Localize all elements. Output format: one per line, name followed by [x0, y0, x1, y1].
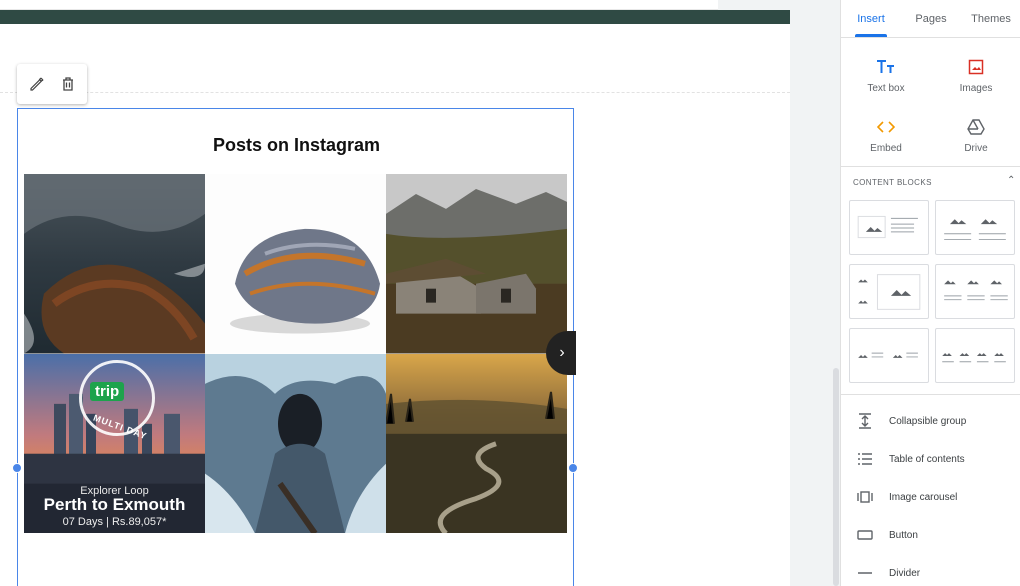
image-carousel-label: Image carousel — [889, 491, 958, 503]
content-block-1[interactable] — [849, 200, 929, 255]
collapsible-icon — [859, 413, 871, 429]
insert-collapsible-group[interactable]: Collapsible group — [841, 405, 1020, 437]
carousel-icon — [857, 491, 873, 503]
resize-handle-right[interactable] — [568, 463, 578, 473]
collapsible-group-label: Collapsible group — [889, 415, 967, 427]
post-image-misty-marsh — [386, 353, 567, 533]
content-block-2[interactable] — [935, 200, 1015, 255]
promo-price: 07 Days | Rs.89,057* — [62, 515, 167, 528]
content-block-5[interactable] — [849, 328, 929, 383]
tab-insert[interactable]: Insert — [841, 0, 901, 37]
canvas-gutter-top — [718, 0, 840, 10]
embed-title: Posts on Instagram — [212, 135, 381, 155]
section-boundary — [0, 92, 790, 93]
resize-handle-left[interactable] — [12, 463, 22, 473]
post-tile-5[interactable] — [205, 353, 386, 533]
layout-two-images-icon — [944, 219, 1006, 241]
top-ruler — [0, 0, 790, 10]
layout-collage-icon — [858, 274, 921, 310]
chevron-right-icon: › — [559, 344, 565, 361]
scrollbar-thumb[interactable] — [833, 368, 839, 586]
code-icon — [877, 121, 895, 133]
drive-icon — [967, 119, 985, 135]
post-tile-2[interactable] — [205, 174, 386, 354]
layout-image-text-icon — [857, 215, 918, 239]
post-tile-3[interactable] — [386, 174, 567, 354]
tab-themes[interactable]: Themes — [961, 0, 1020, 37]
insert-button[interactable]: Button — [841, 519, 1020, 551]
divider-icon — [858, 572, 872, 574]
insert-table-of-contents[interactable]: Table of contents — [841, 443, 1020, 475]
insert-embed-label: Embed — [870, 143, 902, 154]
delete-button[interactable] — [56, 72, 80, 96]
panel-tabs: Insert Pages Themes — [841, 0, 1020, 38]
header-banner[interactable] — [0, 10, 790, 24]
button-label: Button — [889, 529, 918, 541]
divider-label: Divider — [889, 567, 921, 579]
post-tile-6[interactable] — [386, 353, 567, 533]
content-block-6[interactable] — [935, 328, 1015, 383]
instagram-embed[interactable]: Posts on Instagram trip MULTI DAY Explor… — [17, 108, 576, 586]
insert-drive-label: Drive — [964, 143, 988, 154]
trip-logo: trip — [90, 381, 125, 401]
insert-text-box[interactable]: Text box — [841, 40, 931, 100]
page-canvas[interactable]: Posts on Instagram trip MULTI DAY Explor… — [0, 0, 790, 586]
edit-button[interactable] — [25, 72, 49, 96]
sites-editor: Posts on Instagram trip MULTI DAY Explor… — [0, 0, 1020, 586]
content-blocks-header: CONTENT BLOCKS — [853, 178, 932, 187]
post-image-stormy-coast — [24, 174, 205, 354]
post-image-stone — [205, 174, 386, 354]
insert-images[interactable]: Images — [931, 40, 1020, 100]
insert-embed[interactable]: Embed — [841, 100, 931, 160]
panel-divider — [841, 394, 1020, 395]
embed-floating-toolbar — [17, 64, 87, 104]
pencil-icon — [29, 77, 43, 91]
insert-drive[interactable]: Drive — [931, 100, 1020, 160]
content-block-4[interactable] — [935, 264, 1015, 319]
insert-text-box-label: Text box — [867, 83, 905, 94]
post-tile-4[interactable]: trip MULTI DAY Explorer Loop Perth to Ex… — [24, 353, 205, 533]
post-image-stone-cottage — [386, 174, 567, 354]
insert-divider[interactable]: Divider — [841, 557, 1020, 586]
button-icon — [857, 530, 873, 540]
tab-pages[interactable]: Pages — [901, 0, 961, 37]
list-icon — [858, 453, 872, 465]
instagram-grid: trip MULTI DAY Explorer Loop Perth to Ex… — [24, 174, 568, 533]
promo-headline: Perth to Exmouth — [43, 494, 186, 514]
trash-icon — [62, 77, 73, 91]
post-tile-1[interactable] — [24, 174, 205, 354]
post-image-ice-cave — [205, 353, 386, 533]
layout-three-images-icon — [944, 280, 1008, 301]
table-of-contents-label: Table of contents — [889, 453, 965, 465]
chevron-up-icon[interactable]: ⌃ — [1007, 175, 1015, 186]
text-box-icon — [877, 60, 894, 73]
image-icon — [968, 59, 984, 75]
panel-divider — [841, 166, 1020, 167]
insert-image-carousel[interactable]: Image carousel — [841, 481, 1020, 513]
layout-four-images-icon — [942, 353, 1006, 363]
insert-panel: Insert Pages Themes Text box Images Embe… — [840, 0, 1020, 586]
content-block-3[interactable] — [849, 264, 929, 319]
layout-image-text-pair-icon — [858, 352, 918, 358]
insert-images-label: Images — [959, 83, 993, 94]
